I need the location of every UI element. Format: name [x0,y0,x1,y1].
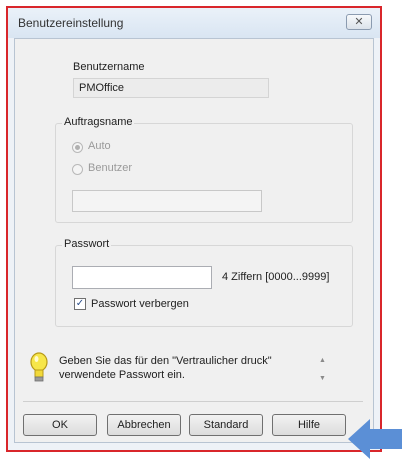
username-field: PMOffice [73,78,269,98]
password-group-label: Passwort [62,238,112,250]
job-name-group: Auftragsname Auto Benutzer [55,116,353,223]
radio-selected-dot [75,145,80,150]
radio-user[interactable] [72,164,83,175]
close-icon: ✕ [354,16,364,28]
title-bar: Benutzereinstellung ✕ [8,8,380,38]
username-label: Benutzername [73,61,145,73]
user-settings-dialog: Benutzereinstellung ✕ Benutzername PMOff… [6,6,382,452]
hide-password-checkbox[interactable]: ✓ [74,298,86,310]
password-hint: 4 Ziffern [0000...9999] [222,271,330,283]
checkmark-icon: ✓ [75,298,85,309]
standard-button[interactable]: Standard [189,414,263,436]
radio-auto[interactable] [72,142,83,153]
job-name-user-input[interactable] [72,190,262,212]
dialog-title: Benutzereinstellung [18,16,124,30]
lightbulb-icon [30,352,48,382]
username-value: PMOffice [79,82,125,94]
scroll-down-icon[interactable]: ▼ [319,375,326,382]
password-group: Passwort 4 Ziffern [0000...9999] ✓ Passw… [55,238,353,327]
scroll-up-icon[interactable]: ▲ [319,357,326,364]
radio-auto-label: Auto [88,140,111,152]
radio-user-label: Benutzer [88,162,133,174]
pointer-arrow-icon [348,419,402,459]
dialog-body: Benutzername PMOffice Auftragsname Auto … [14,38,374,443]
job-name-group-label: Auftragsname [62,116,135,128]
help-button[interactable]: Hilfe [272,414,346,436]
ok-button[interactable]: OK [23,414,97,436]
password-input[interactable] [72,266,212,289]
info-text-line1: Geben Sie das für den "Vertraulicher dru… [59,355,272,367]
button-separator [23,401,363,402]
close-button[interactable]: ✕ [346,14,372,30]
info-text-line2: verwendete Passwort ein. [59,369,185,381]
hide-password-label: Passwort verbergen [91,298,189,310]
cancel-button[interactable]: Abbrechen [107,414,181,436]
